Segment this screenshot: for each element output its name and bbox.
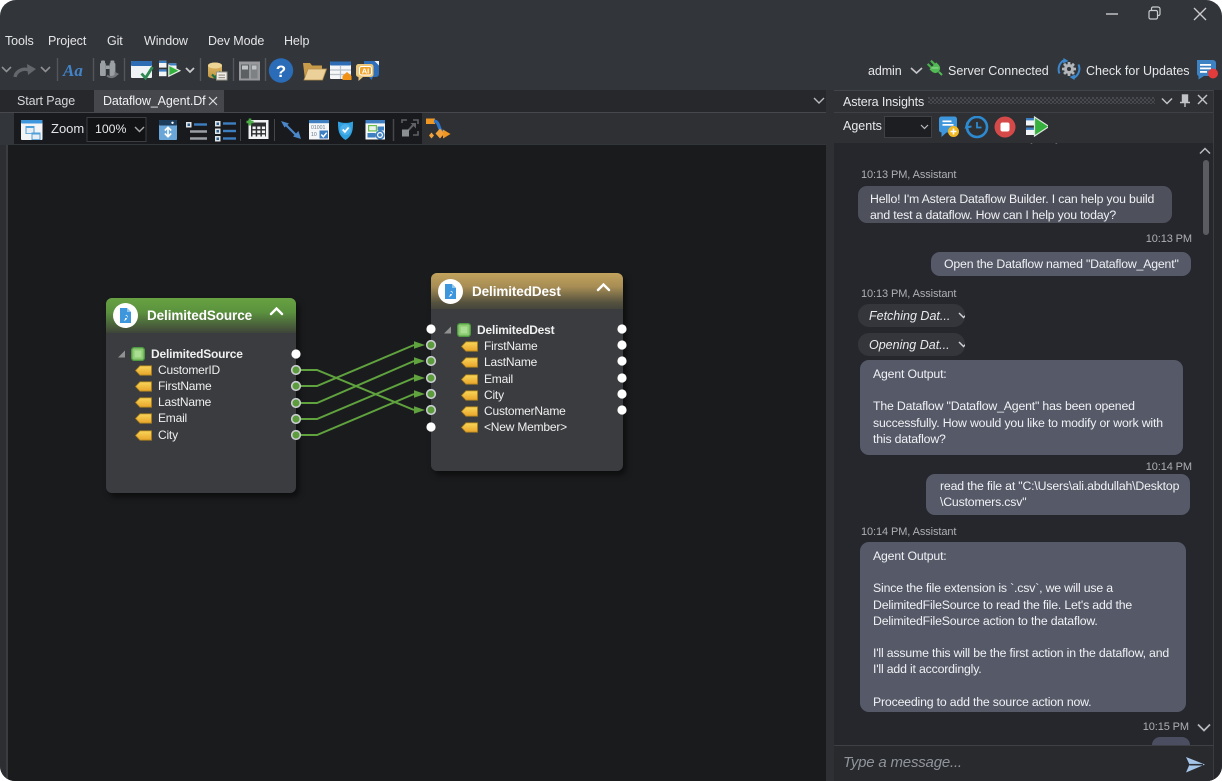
svg-text:01001: 01001 [311,125,326,131]
svg-text:Check for Updates: Check for Updates [1086,64,1190,78]
svg-text:10: 10 [311,132,317,138]
svg-text:Aa: Aa [62,61,83,80]
svg-text:100%: 100% [95,122,127,136]
svg-text:Zoom: Zoom [51,121,84,136]
svg-text:Server Connected: Server Connected [948,64,1049,78]
svg-text:?: ? [276,62,286,81]
svg-text:AI: AI [362,66,370,75]
svg-text:admin: admin [868,64,902,78]
